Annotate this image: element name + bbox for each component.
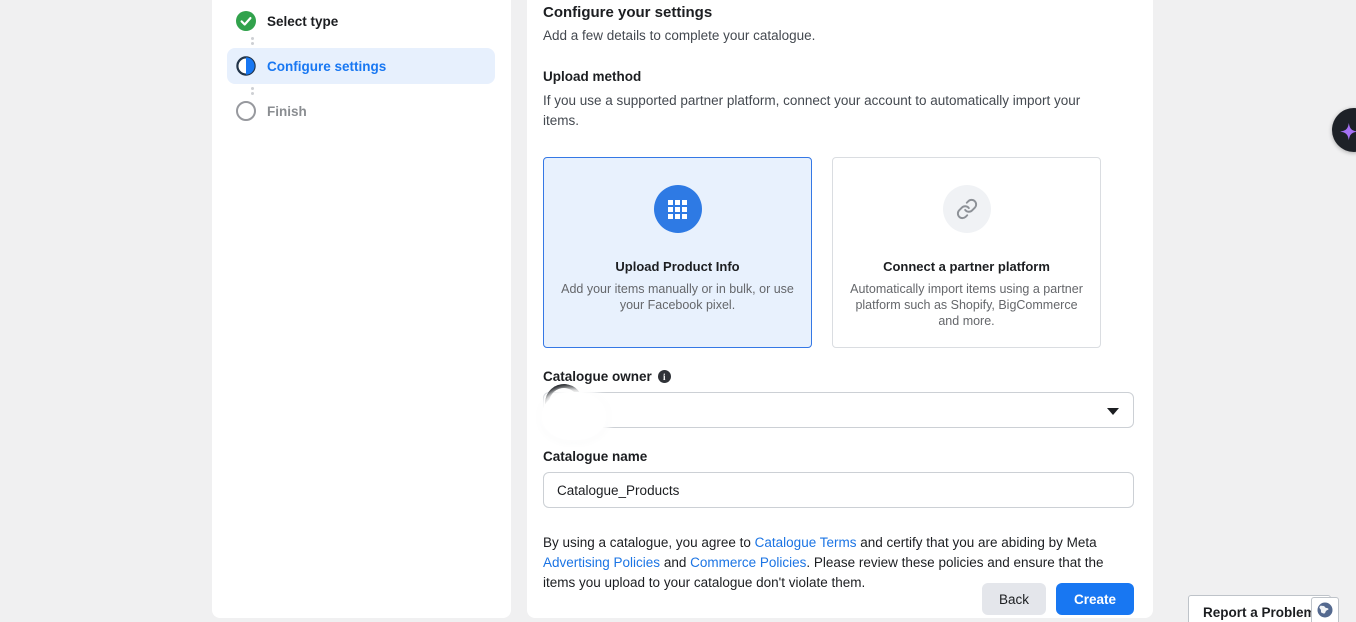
step-connector-dots: [251, 34, 511, 48]
sparkle-icon: [1335, 110, 1356, 151]
legal-segment: By using a catalogue, you agree to: [543, 535, 755, 550]
empty-circle-icon: [236, 101, 256, 121]
configure-settings-panel: Configure your settings Add a few detail…: [527, 0, 1153, 618]
step-connector-dots: [251, 84, 511, 98]
card-upload-product-info[interactable]: Upload Product Info Add your items manua…: [543, 157, 812, 348]
chevron-down-icon: [1107, 408, 1119, 415]
catalogue-owner-select[interactable]: [543, 392, 1134, 428]
check-circle-icon: [236, 11, 256, 31]
card-connect-partner-platform[interactable]: Connect a partner platform Automatically…: [832, 157, 1101, 348]
advertising-policies-link[interactable]: Advertising Policies: [543, 555, 660, 570]
page-title: Configure your settings: [543, 4, 1134, 21]
catalogue-name-input[interactable]: [543, 472, 1134, 508]
upload-method-description: If you use a supported partner platform,…: [543, 91, 1093, 131]
avatar-blur-blob: [542, 392, 606, 440]
report-a-problem-button[interactable]: Report a Problem: [1188, 595, 1331, 622]
step-select-type[interactable]: Select type: [227, 8, 495, 34]
card-description: Automatically import items using a partn…: [848, 281, 1086, 329]
redacted-owner-avatar: [542, 384, 614, 444]
language-globe-button[interactable]: [1311, 597, 1339, 622]
step-label: Select type: [267, 14, 338, 29]
upload-method-cards: Upload Product Info Add your items manua…: [543, 157, 1134, 348]
catalogue-terms-link[interactable]: Catalogue Terms: [755, 535, 857, 550]
page-subtitle: Add a few details to complete your catal…: [543, 28, 1134, 43]
card-description: Add your items manually or in bulk, or u…: [559, 281, 797, 313]
wizard-stepper-panel: Select type Configure settings Finish: [212, 0, 511, 618]
card-title: Connect a partner platform: [883, 259, 1050, 274]
create-button[interactable]: Create: [1056, 583, 1134, 615]
commerce-policies-link[interactable]: Commerce Policies: [690, 555, 806, 570]
half-filled-circle-icon: [236, 56, 256, 76]
avatar-arc: [541, 380, 587, 426]
back-button[interactable]: Back: [982, 583, 1046, 615]
grid-icon: [654, 185, 702, 233]
card-title: Upload Product Info: [615, 259, 739, 274]
step-configure-settings[interactable]: Configure settings: [227, 48, 495, 84]
globe-icon: [1316, 601, 1334, 622]
step-label: Configure settings: [267, 59, 386, 74]
catalogue-owner-label: Catalogue owner: [543, 369, 652, 384]
info-icon[interactable]: i: [658, 370, 671, 383]
legal-segment: and: [660, 555, 690, 570]
meta-ai-assistant-button[interactable]: [1332, 108, 1356, 152]
upload-method-heading: Upload method: [543, 69, 1134, 84]
catalogue-name-label: Catalogue name: [543, 449, 647, 464]
link-icon: [943, 185, 991, 233]
step-label: Finish: [267, 104, 307, 119]
step-finish: Finish: [227, 98, 495, 124]
legal-segment: and certify that you are abiding by Meta: [856, 535, 1096, 550]
